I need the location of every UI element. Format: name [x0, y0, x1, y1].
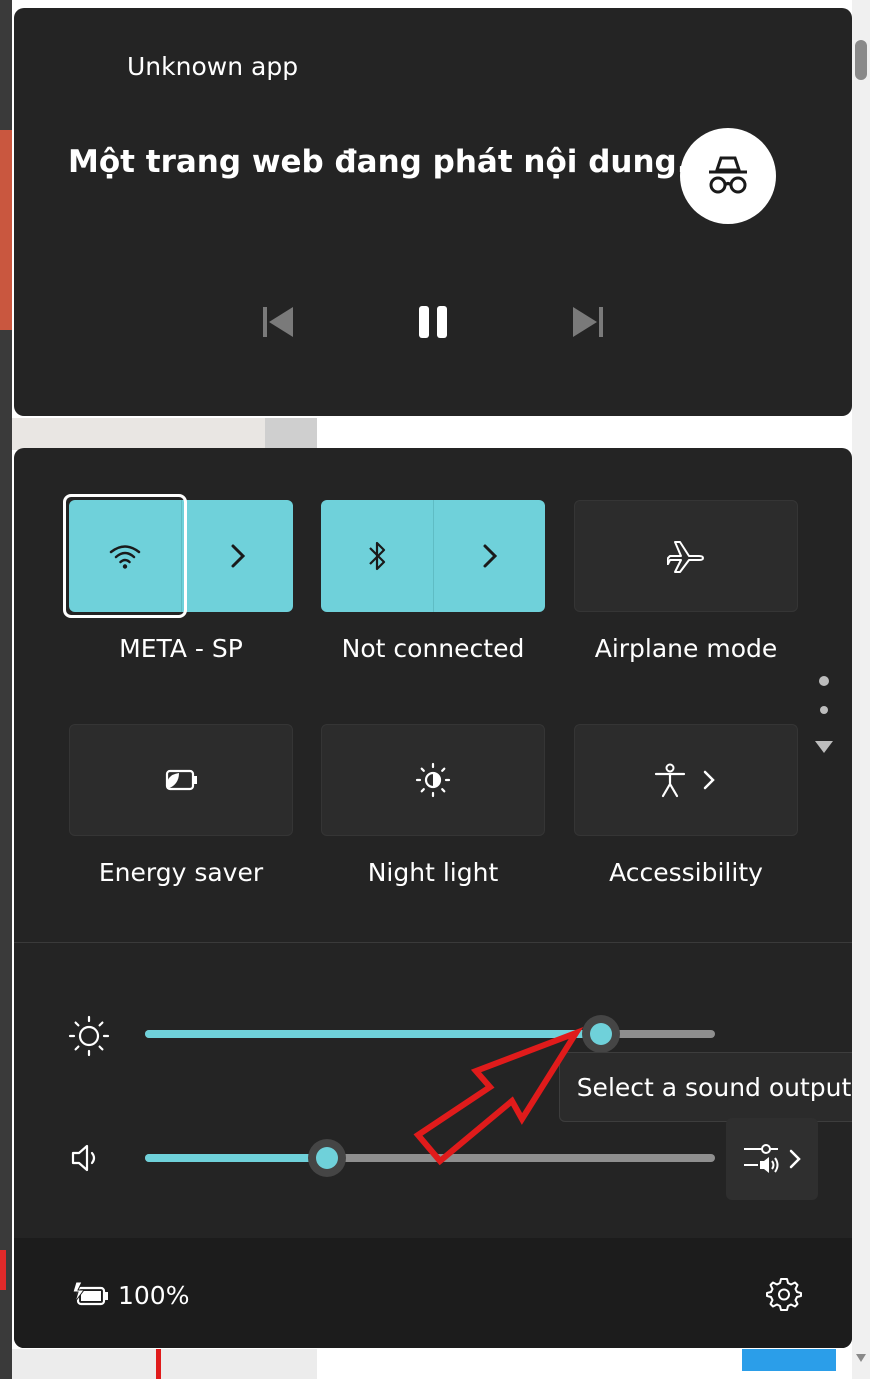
bluetooth-label: Not connected: [341, 634, 525, 663]
battery-percentage: 100%: [118, 1280, 190, 1310]
bluetooth-more-button[interactable]: [434, 500, 545, 612]
section-divider: [14, 942, 852, 943]
scroll-down-icon[interactable]: [856, 1354, 866, 1362]
bluetooth-toggle-button[interactable]: [321, 500, 433, 612]
battery-status[interactable]: 100%: [72, 1280, 189, 1310]
chevron-right-icon: [703, 770, 715, 790]
annotation-arrow-icon: [413, 1027, 584, 1166]
energy-saver-label: Energy saver: [98, 858, 264, 887]
chevron-right-icon: [483, 544, 497, 568]
background-left-strip: [0, 0, 12, 1379]
speaker-icon[interactable]: [69, 1142, 103, 1174]
incognito-icon: [680, 128, 776, 224]
bluetooth-icon: [369, 541, 386, 571]
background-gap: [12, 418, 265, 450]
night-light-icon: [415, 762, 451, 798]
pause-icon[interactable]: [409, 298, 457, 346]
quick-settings-panel: META - SP Not connected Airplane mode En…: [14, 448, 852, 1348]
sound-output-button[interactable]: [726, 1118, 818, 1200]
volume-slider-thumb[interactable]: [308, 1139, 347, 1177]
sound-output-tooltip: Select a sound output: [559, 1052, 852, 1122]
media-control-card: Unknown app Một trang web đang phát nội …: [14, 8, 852, 416]
sound-output-icon: [744, 1144, 779, 1173]
page-scrollbar[interactable]: [852, 0, 870, 1379]
media-controls: [14, 298, 852, 348]
page-indicator-dot[interactable]: [820, 706, 828, 714]
wifi-toggle-button[interactable]: [63, 494, 187, 618]
settings-button[interactable]: [762, 1272, 806, 1316]
next-page-icon[interactable]: [815, 741, 833, 753]
accessibility-tile[interactable]: [574, 724, 798, 836]
wifi-label: META - SP: [119, 634, 243, 663]
focus-ring: [63, 494, 187, 618]
battery-charging-icon: [72, 1281, 108, 1306]
background-gap-shade: [265, 418, 317, 450]
accessibility-label: Accessibility: [609, 858, 763, 887]
brightness-icon: [68, 1015, 110, 1057]
media-app-name: Unknown app: [127, 52, 299, 81]
volume-slider-fill: [145, 1154, 328, 1162]
previous-icon[interactable]: [254, 298, 302, 346]
quick-settings-footer: 100%: [14, 1238, 852, 1348]
wifi-more-button[interactable]: [182, 500, 293, 612]
next-icon[interactable]: [564, 298, 612, 346]
page-indicator-dot-active[interactable]: [819, 676, 829, 686]
night-light-tile[interactable]: [321, 724, 545, 836]
scrollbar-thumb[interactable]: [855, 40, 867, 80]
bluetooth-tile: [321, 500, 545, 612]
accessibility-icon: [654, 763, 686, 798]
energy-saver-icon: [165, 769, 197, 791]
wifi-tile: [63, 494, 293, 618]
chevron-right-icon: [789, 1149, 801, 1169]
airplane-mode-label: Airplane mode: [594, 634, 778, 663]
airplane-mode-tile[interactable]: [574, 500, 798, 612]
night-light-label: Night light: [367, 858, 499, 887]
background-bottom-red-line: [156, 1349, 161, 1379]
media-title: Một trang web đang phát nội dung...: [68, 144, 713, 180]
chevron-right-icon: [231, 544, 245, 568]
airplane-icon: [667, 541, 704, 573]
background-bottom-blue: [742, 1349, 836, 1371]
background-bottom: [12, 1349, 317, 1379]
gear-icon: [766, 1278, 802, 1311]
energy-saver-tile[interactable]: [69, 724, 293, 836]
